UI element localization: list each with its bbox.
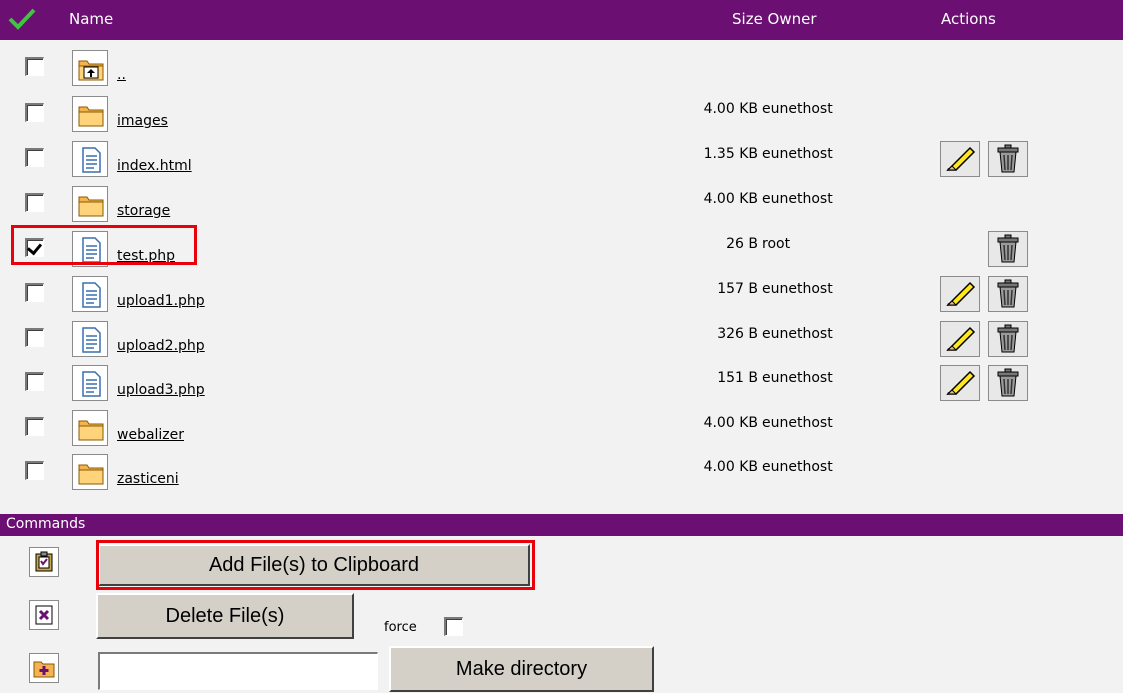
folder-icon[interactable]	[72, 410, 108, 446]
delete-trash-icon[interactable]	[988, 321, 1028, 357]
file-select-checkbox[interactable]	[25, 103, 44, 122]
file-size: 326 B	[717, 326, 758, 342]
clipboard-icon	[29, 547, 59, 577]
delete-trash-icon[interactable]	[988, 276, 1028, 312]
file-row: upload2.php 326 Beunethost	[0, 318, 1123, 362]
file-select-checkbox[interactable]	[25, 283, 44, 302]
file-name-link[interactable]: images	[117, 113, 168, 129]
file-list-header: Name Size Owner Actions	[0, 0, 1123, 40]
file-icon[interactable]	[72, 276, 108, 312]
file-owner: eunethost	[762, 415, 833, 431]
file-icon[interactable]	[72, 365, 108, 401]
file-name-link[interactable]: zasticeni	[117, 471, 179, 487]
file-size: 4.00 KB	[703, 101, 758, 117]
column-size-owner-header: Size Owner	[732, 10, 817, 28]
file-owner: eunethost	[762, 191, 833, 207]
file-icon[interactable]	[72, 141, 108, 177]
column-actions-header: Actions	[941, 10, 996, 28]
force-label: force	[384, 620, 417, 635]
delete-file-icon	[29, 600, 59, 630]
select-all-check-icon[interactable]	[8, 7, 36, 33]
file-size: 1.35 KB	[703, 146, 758, 162]
file-select-checkbox[interactable]	[25, 461, 44, 480]
file-size: 26 B	[726, 236, 758, 252]
file-row: upload1.php 157 Beunethost	[0, 273, 1123, 317]
file-select-checkbox[interactable]	[25, 193, 44, 212]
file-owner: eunethost	[762, 281, 833, 297]
file-row: index.html 1.35 KB eunethost	[0, 138, 1123, 182]
edit-pencil-icon[interactable]	[940, 141, 980, 177]
edit-pencil-icon[interactable]	[940, 365, 980, 401]
new-directory-input[interactable]	[98, 652, 378, 690]
file-name-link[interactable]: index.html	[117, 158, 192, 174]
file-row: zasticeni 4.00 KB eunethost	[0, 451, 1123, 495]
file-owner: eunethost	[762, 326, 833, 342]
file-select-checkbox[interactable]	[25, 417, 44, 436]
commands-bar: Commands	[0, 514, 1123, 536]
file-icon[interactable]	[72, 321, 108, 357]
new-folder-icon	[29, 653, 59, 683]
folder-icon[interactable]	[72, 454, 108, 490]
file-size: 157 B	[717, 281, 758, 297]
highlight-add-clipboard	[96, 540, 535, 590]
file-select-checkbox[interactable]	[25, 57, 44, 76]
file-owner: eunethost	[762, 459, 833, 475]
edit-pencil-icon[interactable]	[940, 321, 980, 357]
file-owner: eunethost	[762, 370, 833, 386]
file-row: storage 4.00 KB eunethost	[0, 183, 1123, 227]
file-owner: eunethost	[762, 101, 833, 117]
file-name-link[interactable]: upload1.php	[117, 293, 205, 309]
make-directory-button[interactable]: Make directory	[389, 646, 654, 692]
commands-title: Commands	[6, 516, 86, 532]
file-row: images 4.00 KB eunethost	[0, 93, 1123, 137]
delete-trash-icon[interactable]	[988, 365, 1028, 401]
file-select-checkbox[interactable]	[25, 148, 44, 167]
file-owner: eunethost	[762, 146, 833, 162]
delete-trash-icon[interactable]	[988, 141, 1028, 177]
folder-icon[interactable]	[72, 96, 108, 132]
column-name-header: Name	[69, 10, 114, 28]
file-name-link[interactable]: ..	[117, 67, 126, 83]
highlight-test-php	[11, 225, 197, 265]
delete-trash-icon[interactable]	[988, 231, 1028, 267]
file-size: 151 B	[717, 370, 758, 386]
file-size: 4.00 KB	[703, 191, 758, 207]
file-row: upload3.php 151 Beunethost	[0, 362, 1123, 406]
file-select-checkbox[interactable]	[25, 328, 44, 347]
file-row: webalizer 4.00 KB eunethost	[0, 407, 1123, 451]
file-row: ..	[0, 47, 1123, 91]
file-name-link[interactable]: upload2.php	[117, 338, 205, 354]
file-name-link[interactable]: webalizer	[117, 427, 184, 443]
file-size: 4.00 KB	[703, 459, 758, 475]
force-checkbox[interactable]	[444, 617, 463, 636]
file-size: 4.00 KB	[703, 415, 758, 431]
delete-files-button[interactable]: Delete File(s)	[96, 593, 354, 639]
folder-icon[interactable]	[72, 186, 108, 222]
file-name-link[interactable]: storage	[117, 203, 170, 219]
file-name-link[interactable]: upload3.php	[117, 382, 205, 398]
file-select-checkbox[interactable]	[25, 372, 44, 391]
file-owner: root	[762, 236, 791, 252]
edit-pencil-icon[interactable]	[940, 276, 980, 312]
parent-folder-icon[interactable]	[72, 50, 108, 86]
